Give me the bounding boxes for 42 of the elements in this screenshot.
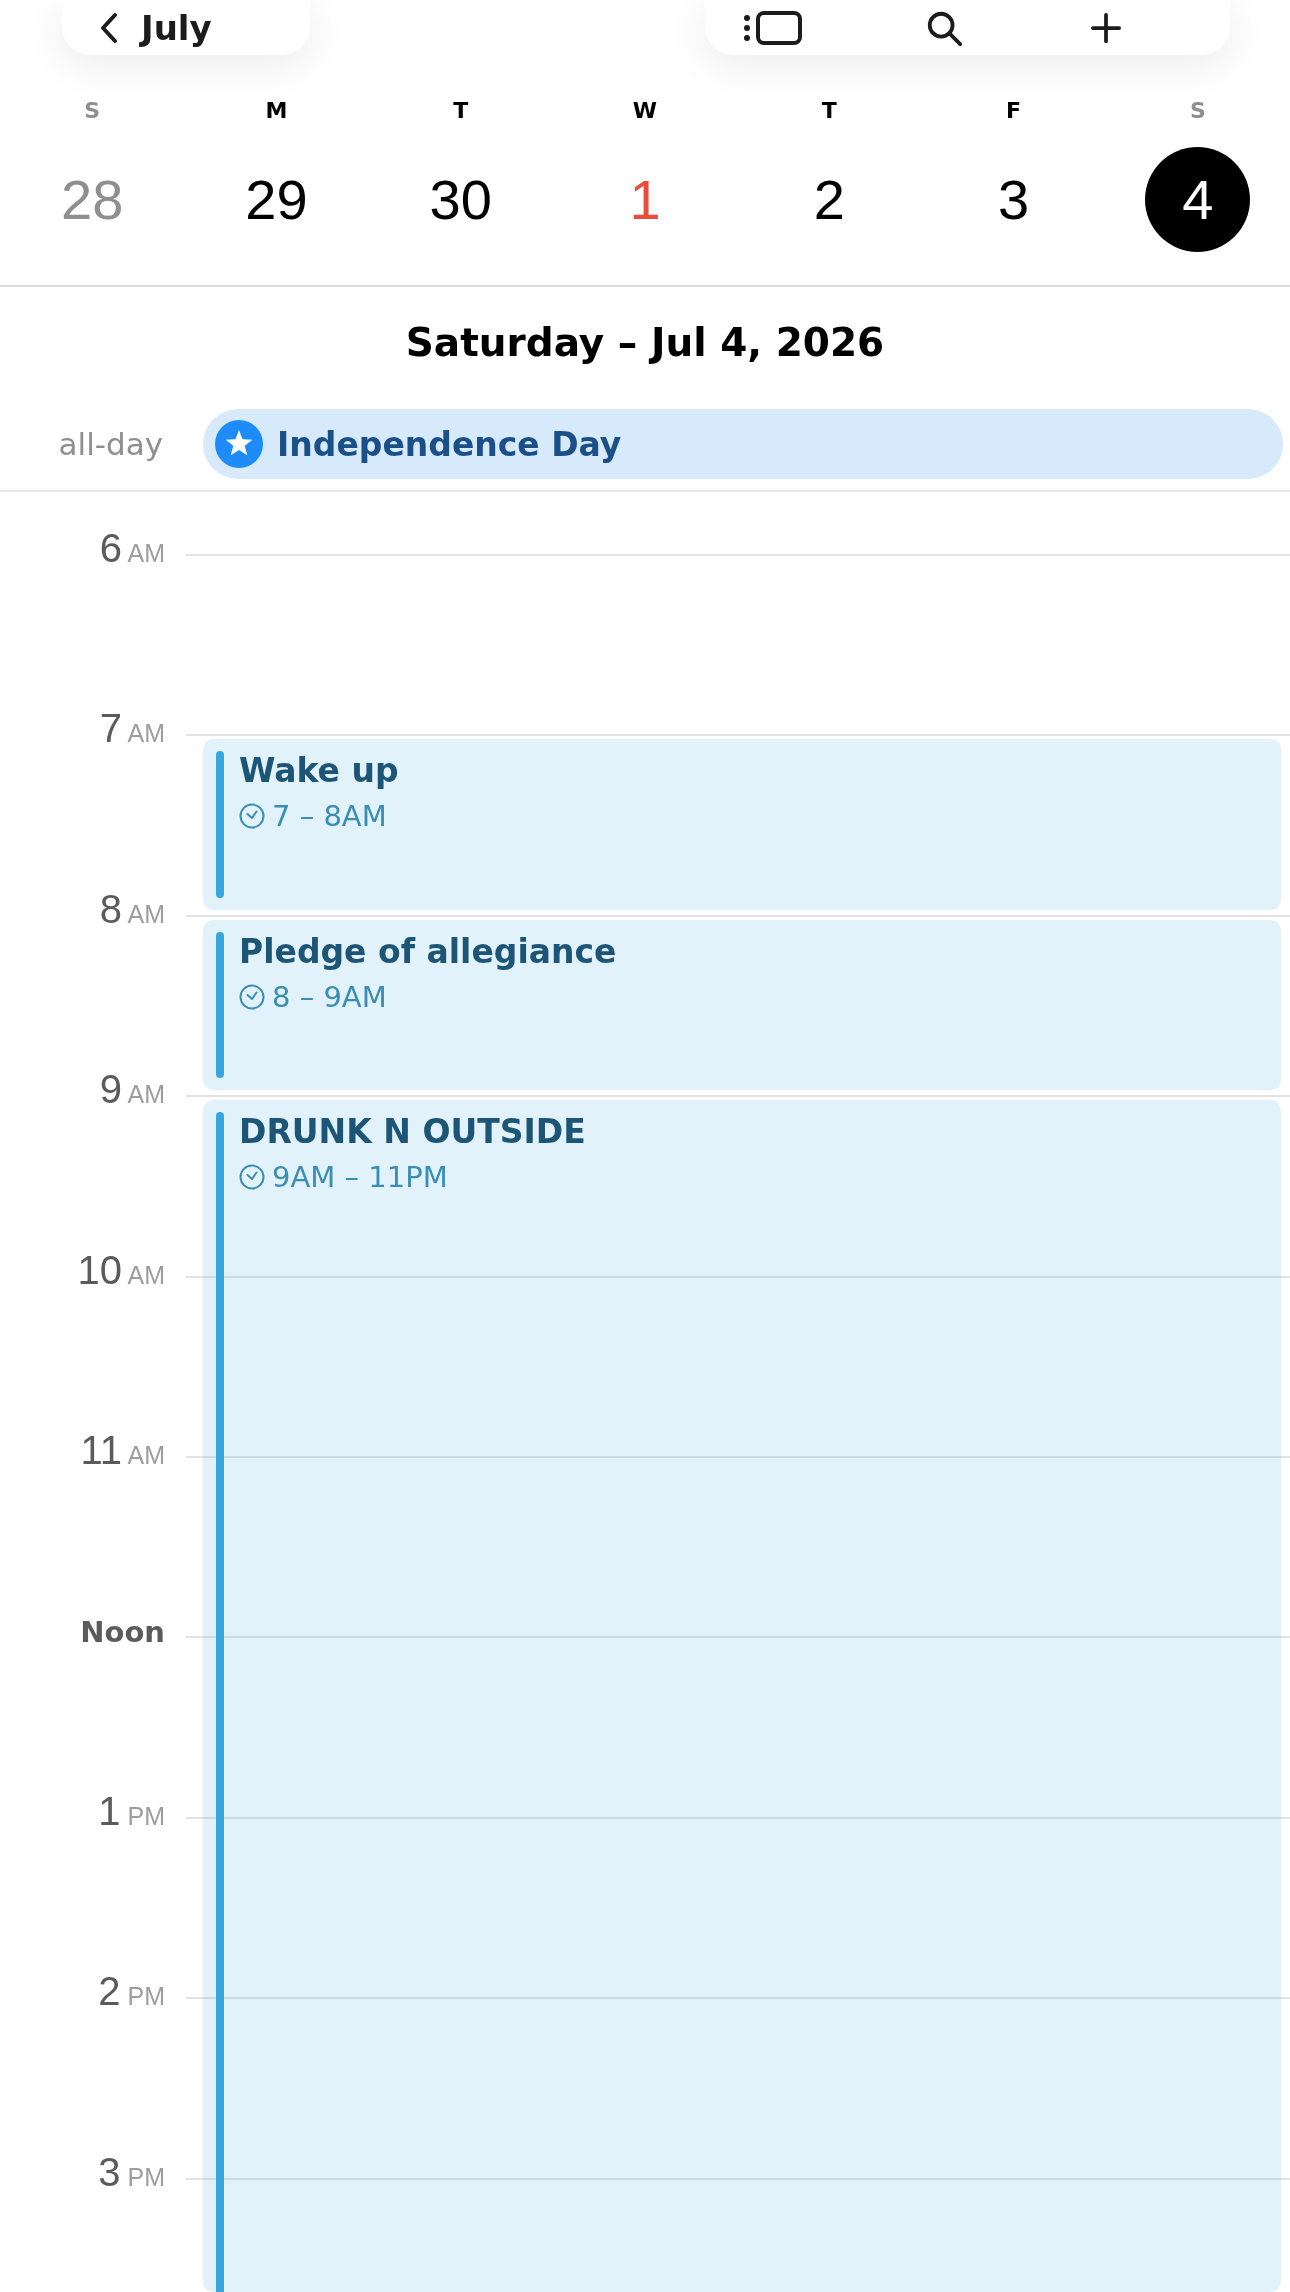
event-title: Wake up bbox=[239, 751, 399, 792]
hour-label: Noon bbox=[80, 1617, 165, 1647]
hour-label: 9 AM bbox=[99, 1069, 165, 1110]
weekday-label: M bbox=[265, 97, 288, 125]
weekday-label: T bbox=[453, 97, 469, 125]
event-card[interactable]: Wake up 7 – 8AM bbox=[203, 739, 1281, 910]
hour-label: 7 AM bbox=[99, 708, 165, 749]
event-time: 9AM – 11PM bbox=[272, 1160, 448, 1195]
weekday-label: S bbox=[1189, 97, 1206, 125]
weekday-label: W bbox=[632, 97, 658, 125]
list-icon[interactable] bbox=[743, 9, 803, 46]
weekday-label: S bbox=[84, 97, 101, 125]
event-card[interactable]: Pledge of allegiance 8 – 9AM bbox=[203, 919, 1281, 1091]
hour-label: 6 AM bbox=[99, 528, 165, 568]
chevron-left-icon bbox=[99, 11, 119, 44]
hour-label: 10 AM bbox=[77, 1249, 165, 1290]
hour-label: 11 AM bbox=[80, 1429, 165, 1470]
event-time: 7 – 8AM bbox=[272, 799, 387, 834]
hour-label: 1 PM bbox=[98, 1790, 165, 1831]
all-day-label: all-day bbox=[58, 425, 163, 464]
hour-label: 3 PM bbox=[98, 2151, 165, 2192]
all-day-event[interactable]: Independence Day bbox=[203, 409, 1283, 479]
hour-label: 2 PM bbox=[98, 1971, 165, 2012]
event-time: 8 – 9AM bbox=[272, 979, 387, 1014]
date-button[interactable]: 1 bbox=[629, 167, 661, 232]
event-card[interactable]: DRUNK N OUTSIDE 9AM – 11PM bbox=[203, 1100, 1281, 2292]
plus-icon[interactable] bbox=[1091, 12, 1121, 43]
date-button[interactable]: 4 bbox=[1145, 147, 1251, 252]
event-title: DRUNK N OUTSIDE bbox=[239, 1112, 586, 1153]
weekday-label: F bbox=[1006, 97, 1022, 125]
event-title: Pledge of allegiance bbox=[239, 931, 617, 972]
clock-icon bbox=[239, 983, 265, 1010]
clock-icon bbox=[239, 1164, 265, 1191]
date-heading: Saturday – Jul 4, 2026 bbox=[405, 319, 885, 367]
clock-icon bbox=[239, 803, 265, 830]
back-button[interactable]: July bbox=[62, 0, 310, 55]
date-button[interactable]: 3 bbox=[998, 167, 1030, 232]
date-button[interactable]: 2 bbox=[813, 167, 845, 232]
date-button[interactable]: 30 bbox=[429, 167, 492, 232]
date-button[interactable]: 29 bbox=[245, 167, 308, 232]
hour-label: 8 AM bbox=[99, 888, 165, 929]
weekday-label: T bbox=[821, 97, 837, 125]
